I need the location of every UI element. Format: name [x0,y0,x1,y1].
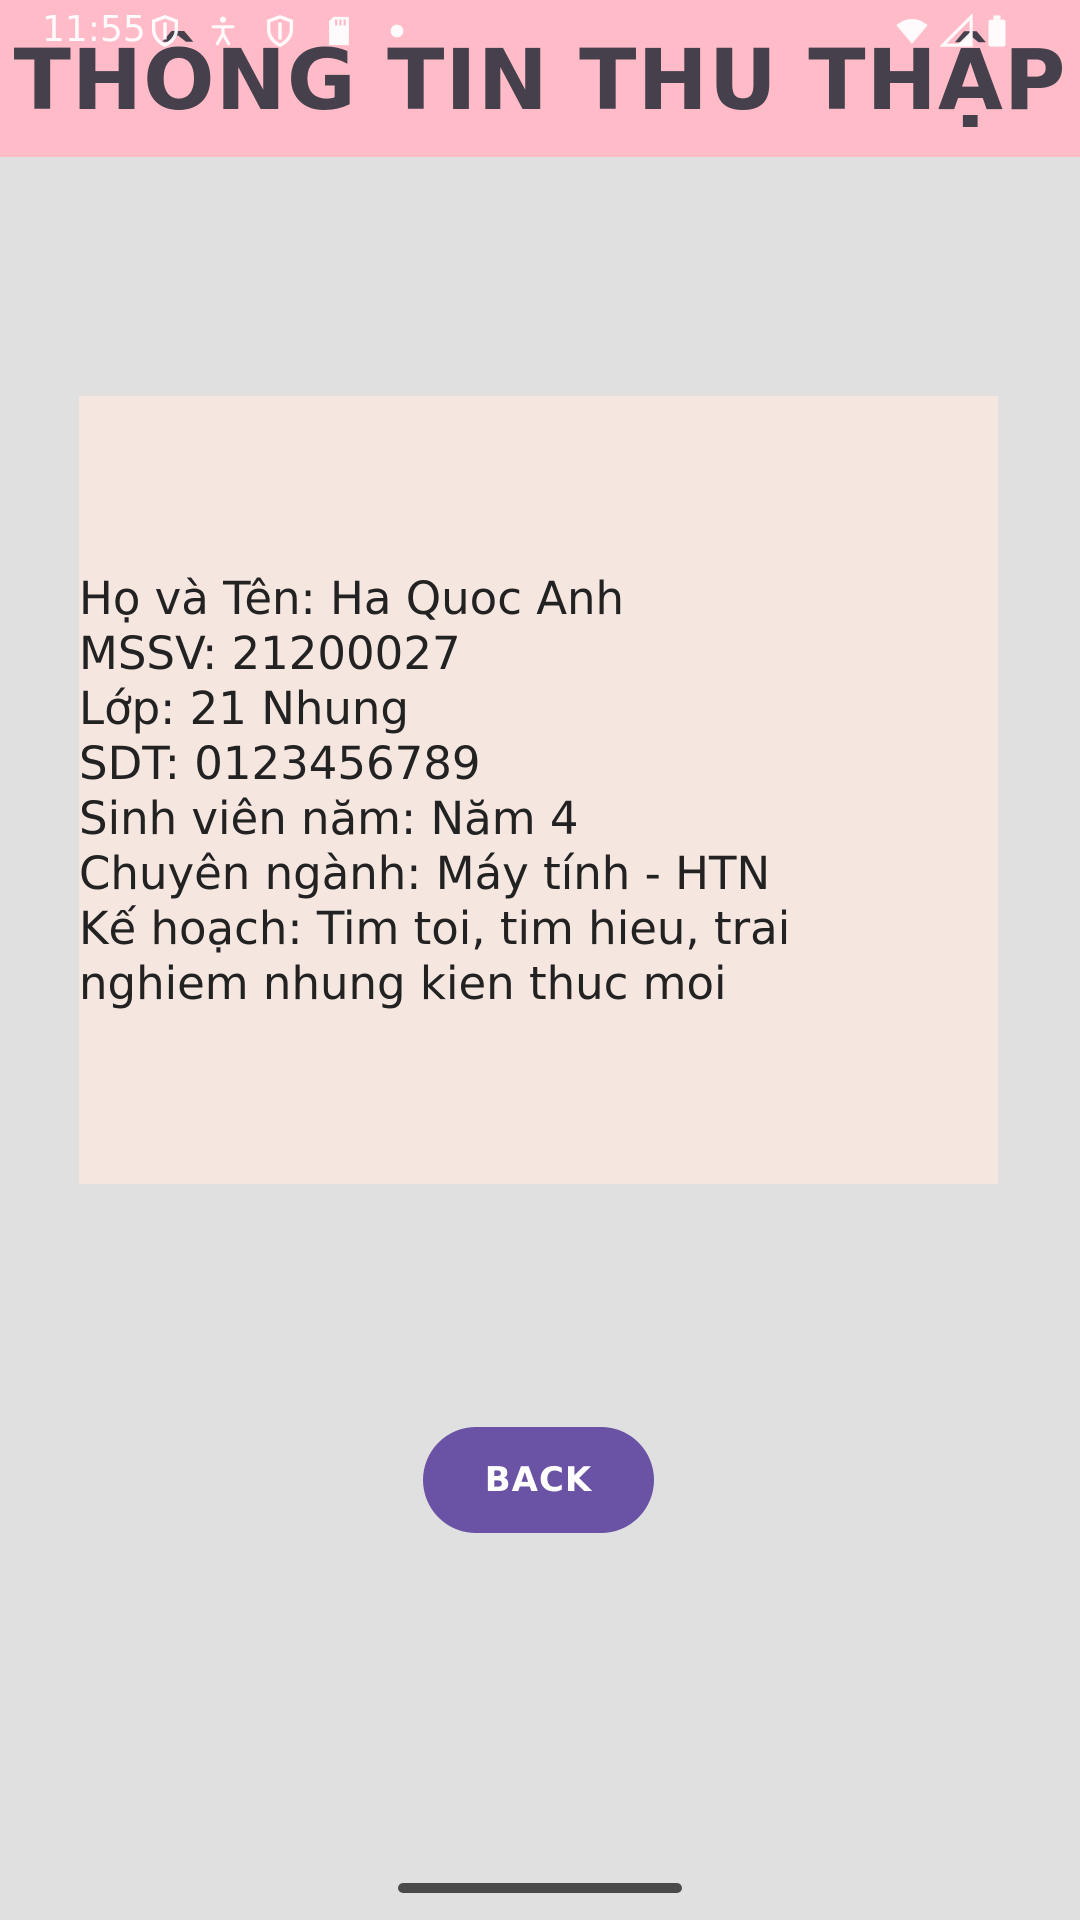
dot-icon [380,14,414,48]
wifi-icon [890,14,934,48]
info-line-year: Sinh viên năm: Năm 4 [79,792,579,845]
battery-icon [980,14,1014,48]
status-time: 11:55 [42,9,146,50]
info-line-phone: SDT: 0123456789 [79,737,481,790]
info-line-name: Họ và Tên: Ha Quoc Anh [79,572,625,625]
shield-icon [263,14,297,48]
sd-card-icon [322,14,356,48]
info-line-class: Lớp: 21 Nhung [79,682,409,735]
shield-icon [148,14,182,48]
info-text: Họ và Tên: Ha Quoc Anh MSSV: 21200027 Lớ… [79,571,998,1011]
signal-icon [940,14,974,48]
info-line-student-id: MSSV: 21200027 [79,627,461,680]
home-indicator[interactable] [398,1883,682,1893]
info-line-major: Chuyên ngành: Máy tính - HTN [79,847,771,900]
status-bar: 11:55 [0,0,1080,60]
info-line-plan: Kế hoạch: Tim toi, tim hieu, trai nghiem… [79,902,791,1010]
accessibility-icon [206,14,240,48]
back-button[interactable]: BACK [423,1427,654,1533]
